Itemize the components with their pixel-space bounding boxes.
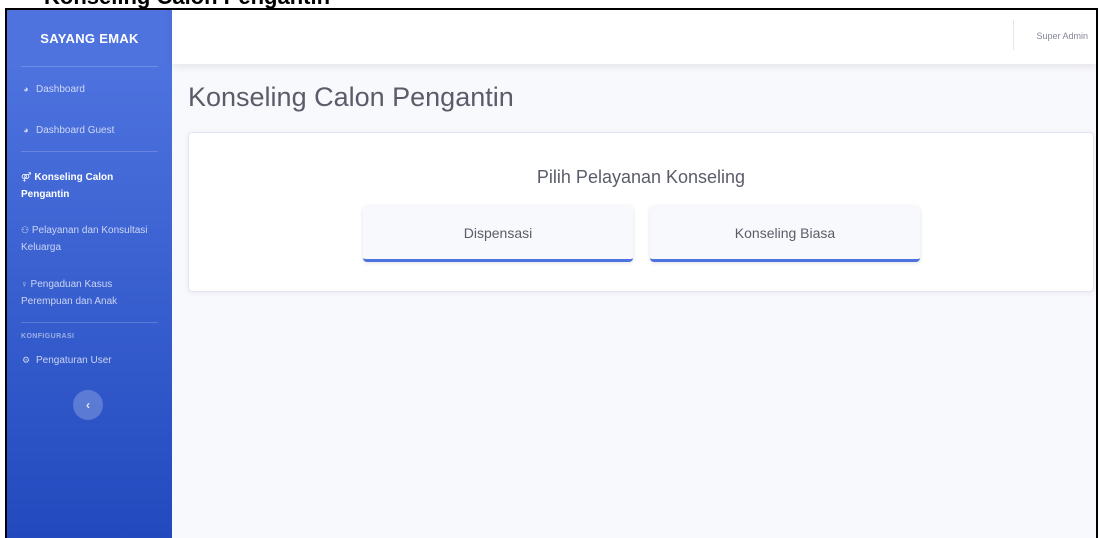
dashboard-icon: ◕ xyxy=(23,84,29,94)
sidebar-item-label: Dashboard Guest xyxy=(36,125,115,136)
sidebar-toggle-button[interactable]: ‹ xyxy=(73,390,103,420)
service-card: Pilih Pelayanan Konseling Dispensasi Kon… xyxy=(188,132,1094,292)
app-window: SAYANG EMAK ◕ Dashboard ◕ Dashboard Gues… xyxy=(5,8,1098,538)
topbar: Super Admin xyxy=(172,10,1096,64)
button-label: Konseling Biasa xyxy=(734,224,836,241)
page-title: Konseling Calon Pengantin xyxy=(188,82,514,112)
sidebar-item-dashboard-guest[interactable]: ◕ Dashboard Guest xyxy=(7,122,172,139)
sidebar-item-label: Pengaturan User xyxy=(36,355,112,366)
sidebar-item-pelayanan-konsultasi-keluarga[interactable]: ⚇ Pelayanan dan Konsultasi Keluarga xyxy=(7,222,172,256)
sidebar-divider xyxy=(21,322,158,323)
sidebar-item-label: Pelayanan dan Konsultasi Keluarga xyxy=(21,225,148,253)
card-title: Pilih Pelayanan Konseling xyxy=(536,167,746,187)
caption-text: Konseling Calon Pengantin xyxy=(44,0,330,8)
users-icon: ⚇ xyxy=(21,225,30,235)
main-content: Super Admin Konseling Calon Pengantin Pi… xyxy=(172,10,1096,538)
sidebar-item-dashboard[interactable]: ◕ Dashboard xyxy=(7,81,172,98)
sidebar-item-label: Pengaduan Kasus Perempuan dan Anak xyxy=(21,279,118,307)
chevron-left-icon: ‹ xyxy=(86,398,90,412)
sidebar-item-label: Dashboard xyxy=(36,84,85,95)
dashboard-icon: ◕ xyxy=(23,125,29,135)
sidebar-item-label: Konseling Calon Pengantin xyxy=(21,172,114,200)
topbar-divider xyxy=(1013,20,1014,50)
button-label: Dispensasi xyxy=(463,224,533,241)
cogs-icon: ⚙ xyxy=(21,355,31,365)
page-caption: Konseling Calon Pengantin xyxy=(0,0,1100,8)
sidebar-heading: KONFIGURASI xyxy=(21,333,75,340)
sidebar-item-pengaduan-kasus[interactable]: ♀ Pengaduan Kasus Perempuan dan Anak xyxy=(7,276,172,310)
sidebar-item-konseling-calon-pengantin[interactable]: ⚤ Konseling Calon Pengantin xyxy=(7,169,172,203)
sidebar-divider xyxy=(21,66,158,67)
couple-icon: ⚤ xyxy=(21,172,32,182)
dispensasi-button[interactable]: Dispensasi xyxy=(363,206,633,262)
sidebar-brand[interactable]: SAYANG EMAK xyxy=(7,10,172,66)
female-icon: ♀ xyxy=(21,279,28,289)
sidebar-item-pengaturan-user[interactable]: ⚙ Pengaturan User xyxy=(7,352,172,369)
sidebar-divider xyxy=(21,151,158,152)
konseling-biasa-button[interactable]: Konseling Biasa xyxy=(650,206,920,262)
user-menu[interactable]: Super Admin xyxy=(1036,31,1088,41)
sidebar: SAYANG EMAK ◕ Dashboard ◕ Dashboard Gues… xyxy=(7,10,172,538)
